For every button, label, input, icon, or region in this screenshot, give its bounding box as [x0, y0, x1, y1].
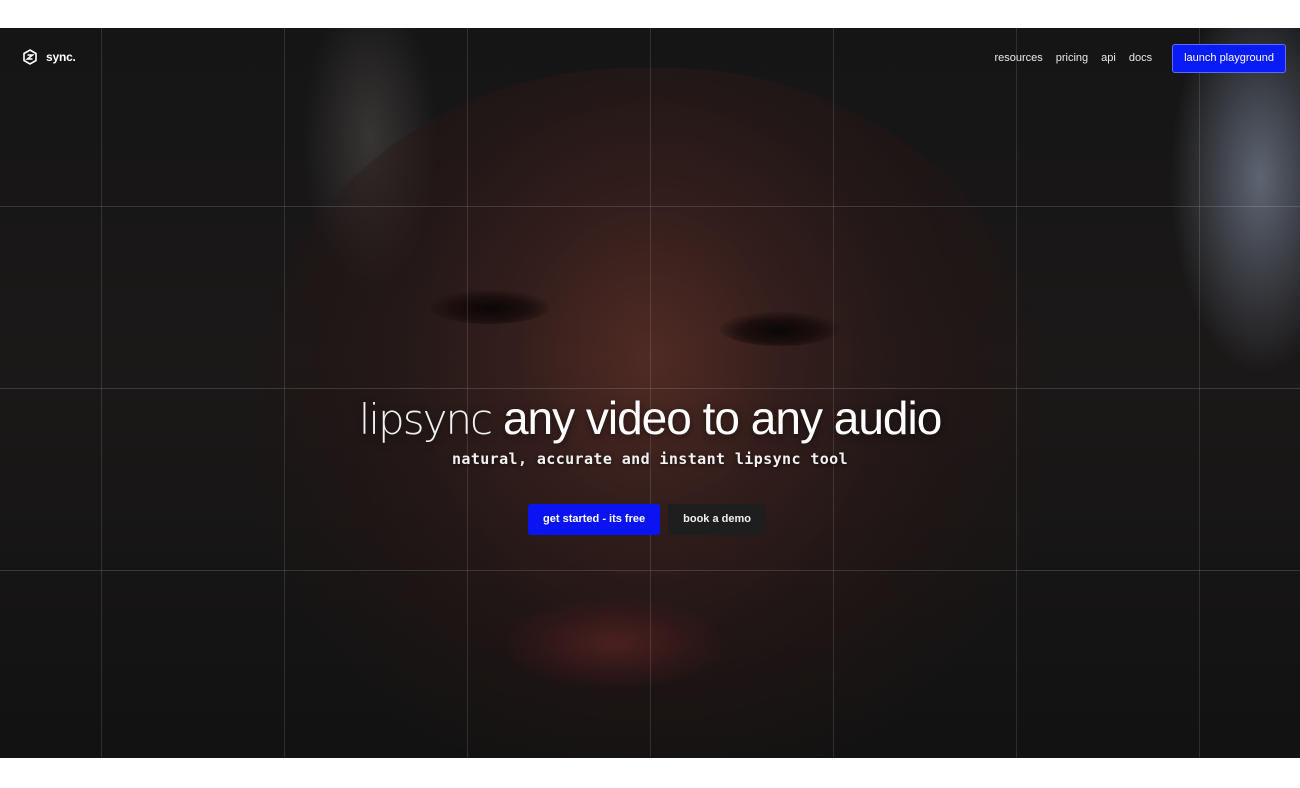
left-eye-shape: [430, 290, 550, 324]
brand-logo[interactable]: sync.: [22, 49, 76, 65]
grid-line: [0, 206, 1300, 207]
nav-link-api[interactable]: api: [1101, 52, 1116, 64]
hero-cta-row: get started - its free book a demo: [0, 504, 1300, 535]
grid-line: [0, 388, 1300, 389]
grid-line: [0, 570, 1300, 571]
get-started-button[interactable]: get started - its free: [528, 504, 661, 535]
headline-light-word: lipsync: [358, 395, 493, 444]
nav-link-docs[interactable]: docs: [1129, 52, 1152, 64]
nav-link-pricing[interactable]: pricing: [1056, 52, 1088, 64]
lips-shape: [505, 598, 725, 688]
brand-name: sync.: [46, 50, 76, 64]
nav-link-resources[interactable]: resources: [994, 52, 1042, 64]
top-navigation: sync. resources pricing api docs launch …: [0, 43, 1300, 74]
headline-mid-word: to: [702, 392, 740, 444]
right-eye-shape: [720, 312, 840, 346]
hero-headline: lipsync any video to any audio: [0, 390, 1300, 448]
headline-strong-part-2: any audio: [750, 392, 942, 444]
launch-playground-button[interactable]: launch playground: [1172, 43, 1286, 73]
hero-video-background: sync. resources pricing api docs launch …: [0, 28, 1300, 758]
hero-subheadline: natural, accurate and instant lipsync to…: [451, 450, 849, 468]
book-demo-button[interactable]: book a demo: [668, 504, 766, 535]
headline-strong-part-1: any video: [502, 392, 692, 444]
hero-section: lipsync any video to any audio natural, …: [0, 390, 1300, 468]
nav-links: resources pricing api docs launch playgr…: [994, 43, 1286, 73]
sync-logo-icon: [23, 49, 37, 65]
